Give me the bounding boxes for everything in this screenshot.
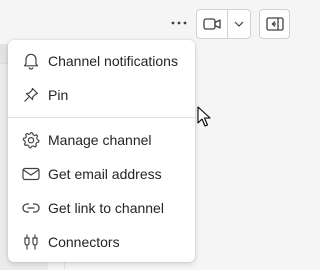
gear-icon: [22, 131, 40, 149]
mouse-cursor-icon: [197, 106, 211, 127]
menu-item-channel-notifications[interactable]: Channel notifications: [8, 44, 195, 78]
top-bar: [0, 0, 303, 44]
video-call-button-group: [196, 9, 251, 39]
menu-item-get-email-address[interactable]: Get email address: [8, 157, 195, 191]
menu-item-label: Get email address: [48, 166, 162, 182]
menu-item-connectors[interactable]: Connectors: [8, 225, 195, 259]
menu-divider: [8, 117, 195, 118]
menu-item-pin[interactable]: Pin: [8, 78, 195, 112]
more-horizontal-icon: [171, 21, 187, 25]
video-call-button[interactable]: [197, 10, 228, 38]
channel-options-menu: Channel notifications Pin Manage channel: [8, 40, 195, 262]
menu-item-label: Pin: [48, 87, 69, 103]
mail-icon: [22, 165, 40, 183]
menu-item-manage-channel[interactable]: Manage channel: [8, 123, 195, 157]
plug-icon: [22, 233, 40, 251]
menu-item-get-link-to-channel[interactable]: Get link to channel: [8, 191, 195, 225]
menu-item-label: Connectors: [48, 234, 120, 250]
menu-item-label: Get link to channel: [48, 200, 164, 216]
video-camera-icon: [203, 18, 221, 30]
toggle-panel-button[interactable]: [259, 9, 290, 39]
menu-item-label: Manage channel: [48, 132, 152, 148]
video-call-dropdown-button[interactable]: [228, 10, 250, 38]
link-icon: [22, 199, 40, 217]
panel-collapse-icon: [265, 17, 284, 31]
more-options-button[interactable]: [168, 12, 190, 34]
chevron-down-icon: [234, 21, 244, 27]
bell-icon: [22, 52, 40, 70]
menu-item-label: Channel notifications: [48, 53, 178, 69]
pin-icon: [22, 86, 40, 104]
